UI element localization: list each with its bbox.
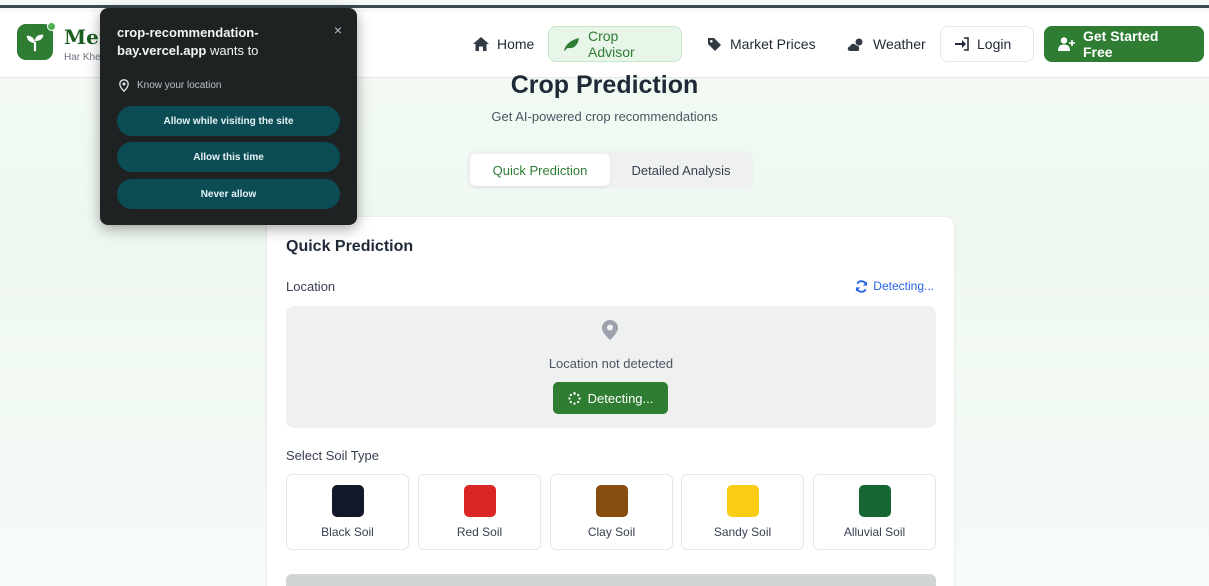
- tab-quick-prediction[interactable]: Quick Prediction: [470, 154, 610, 186]
- soil-name: Red Soil: [456, 525, 503, 539]
- soil-name: Black Soil: [321, 525, 374, 539]
- detect-link-label: Detecting...: [873, 279, 934, 293]
- popup-wants: wants to: [210, 43, 259, 58]
- location-panel: Location not detected Detecting...: [286, 306, 936, 428]
- soil-swatch: [332, 485, 364, 517]
- nav-market-prices-label: Market Prices: [730, 36, 816, 52]
- soil-name: Sandy Soil: [713, 525, 772, 539]
- map-pin-icon: [602, 320, 618, 340]
- never-allow-button[interactable]: Never allow: [117, 179, 340, 209]
- soil-name: Clay Soil: [587, 525, 636, 539]
- soil-swatch: [859, 485, 891, 517]
- get-started-label: Get Started Free: [1083, 28, 1159, 60]
- popup-permission: Know your location: [119, 79, 222, 92]
- spinner-icon: [567, 391, 581, 405]
- nav-crop-advisor-label: Crop Advisor: [588, 28, 635, 60]
- nav-weather[interactable]: Weather: [833, 26, 940, 62]
- nav-weather-label: Weather: [873, 36, 926, 52]
- soil-options: Black Soil Red Soil Clay Soil Sandy Soil…: [286, 474, 937, 550]
- quick-prediction-card: Quick Prediction Location Detecting... L…: [266, 216, 955, 586]
- brand-tagline: Har Khe: [64, 52, 101, 63]
- allow-while-visiting-button[interactable]: Allow while visiting the site: [117, 106, 340, 136]
- location-permission-popup: crop-recommendation-bay.vercel.app wants…: [100, 8, 357, 225]
- soil-option-clay[interactable]: Clay Soil: [550, 474, 673, 550]
- soil-option-black[interactable]: Black Soil: [286, 474, 409, 550]
- nav-home[interactable]: Home: [459, 26, 548, 62]
- soil-option-sandy[interactable]: Sandy Soil: [681, 474, 804, 550]
- soil-swatch: [464, 485, 496, 517]
- leaf-icon: [564, 38, 579, 51]
- login-icon: [955, 37, 969, 51]
- soil-name: Alluvial Soil: [843, 525, 906, 539]
- location-status: Location not detected: [548, 356, 674, 371]
- user-plus-icon: [1058, 37, 1075, 51]
- detect-location-button[interactable]: Detecting...: [553, 382, 668, 414]
- prediction-tabs: Quick Prediction Detailed Analysis: [467, 151, 753, 189]
- nav-crop-advisor[interactable]: Crop Advisor: [548, 26, 682, 62]
- card-title: Quick Prediction: [286, 238, 414, 255]
- login-label: Login: [977, 36, 1012, 52]
- tab-detailed-analysis[interactable]: Detailed Analysis: [613, 154, 749, 186]
- nav-market-prices[interactable]: Market Prices: [693, 26, 830, 62]
- location-pin-icon: [119, 79, 129, 92]
- login-button[interactable]: Login: [940, 26, 1034, 62]
- tag-icon: [708, 37, 721, 51]
- permission-label: Know your location: [137, 80, 222, 91]
- detect-button-label: Detecting...: [587, 390, 654, 406]
- allow-this-time-button[interactable]: Allow this time: [117, 142, 340, 172]
- logo-badge: [47, 22, 56, 31]
- soil-type-label: Select Soil Type: [286, 448, 379, 463]
- sprout-icon: [26, 34, 44, 52]
- cloud-sun-icon: [847, 38, 863, 51]
- predict-button-partial[interactable]: [286, 574, 936, 586]
- location-label: Location: [286, 279, 336, 294]
- refresh-icon: [856, 279, 868, 293]
- close-icon[interactable]: ×: [334, 22, 342, 38]
- soil-swatch: [727, 485, 759, 517]
- detect-location-link[interactable]: Detecting...: [855, 279, 934, 293]
- home-icon: [473, 37, 489, 51]
- soil-option-alluvial[interactable]: Alluvial Soil: [813, 474, 936, 550]
- get-started-button[interactable]: Get Started Free: [1044, 26, 1204, 62]
- popup-title: crop-recommendation-bay.vercel.app wants…: [117, 24, 317, 60]
- soil-option-red[interactable]: Red Soil: [418, 474, 541, 550]
- soil-swatch: [596, 485, 628, 517]
- nav-home-label: Home: [497, 36, 535, 52]
